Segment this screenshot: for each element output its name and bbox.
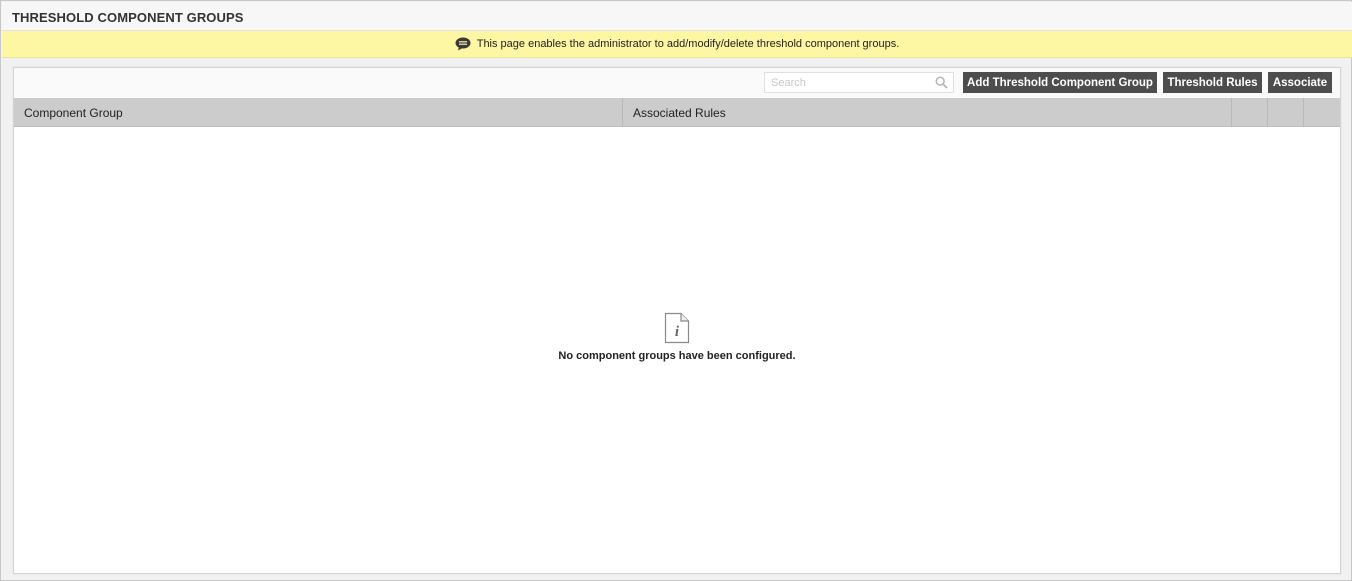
column-header-associated-rules[interactable]: Associated Rules	[623, 98, 1232, 127]
toolbar: Add Threshold Component Group Threshold …	[14, 68, 1340, 98]
page-title: THRESHOLD COMPONENT GROUPS	[12, 10, 244, 25]
search-input[interactable]	[765, 73, 931, 92]
column-header-action-1	[1232, 98, 1268, 127]
empty-state: i No component groups have been configur…	[14, 312, 1340, 362]
title-bar: THRESHOLD COMPONENT GROUPS	[2, 2, 1352, 31]
info-banner: This page enables the administrator to a…	[2, 31, 1352, 58]
info-text: This page enables the administrator to a…	[476, 38, 900, 50]
table-header: Component Group Associated Rules	[14, 98, 1340, 127]
associate-button[interactable]: Associate	[1268, 72, 1332, 93]
search-box[interactable]	[764, 72, 954, 93]
empty-message: No component groups have been configured…	[558, 350, 796, 362]
add-threshold-component-group-button[interactable]: Add Threshold Component Group	[963, 72, 1157, 93]
column-header-action-3	[1304, 98, 1341, 127]
chat-bubble-icon	[455, 37, 471, 51]
column-header-component-group[interactable]: Component Group	[14, 98, 623, 127]
search-icon[interactable]	[935, 76, 948, 89]
info-document-icon: i	[664, 312, 690, 344]
column-header-action-2	[1268, 98, 1304, 127]
threshold-rules-button[interactable]: Threshold Rules	[1163, 72, 1262, 93]
groups-panel: Add Threshold Component Group Threshold …	[13, 67, 1341, 574]
page-frame: THRESHOLD COMPONENT GROUPS This page ena…	[0, 0, 1352, 581]
